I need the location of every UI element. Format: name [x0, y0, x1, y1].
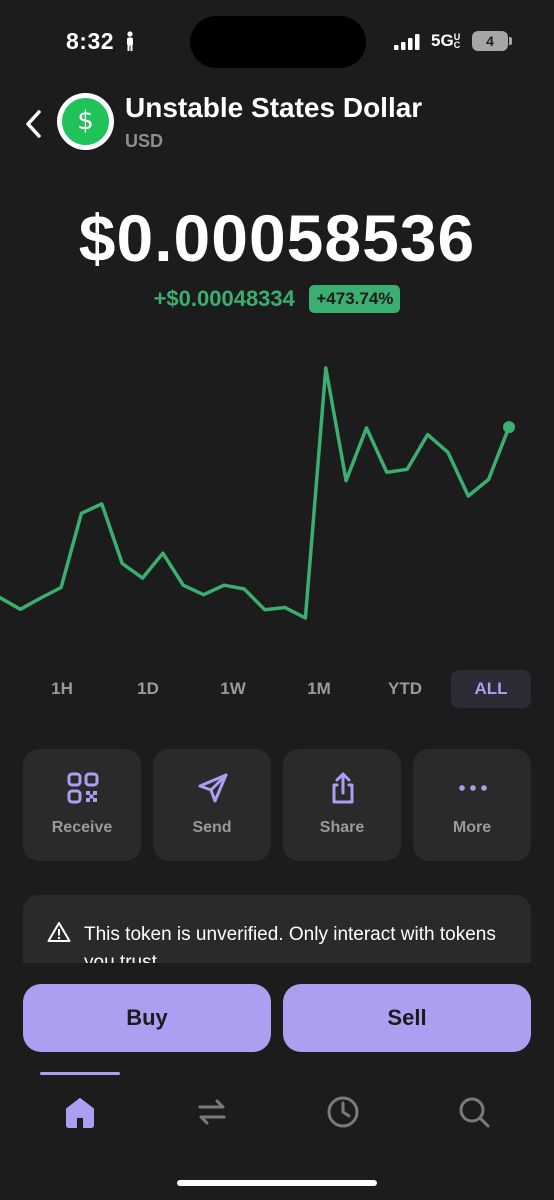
more-label: More — [452, 819, 492, 836]
token-name: Unstable States Dollar — [125, 92, 423, 123]
timeframe-1m[interactable]: 1M — [279, 670, 359, 708]
tab-swap[interactable] — [192, 1092, 232, 1132]
tab-home[interactable] — [60, 1092, 100, 1132]
token-price: $0.00058536 — [78, 201, 476, 275]
receive-label: Receive — [51, 819, 113, 836]
home-indicator — [177, 1180, 377, 1186]
send-button[interactable]: Send — [153, 749, 271, 861]
share-button[interactable]: Share — [283, 749, 401, 861]
history-icon — [327, 1096, 359, 1128]
warning-icon — [47, 922, 71, 942]
price-line — [0, 366, 511, 620]
share-icon — [332, 772, 354, 804]
share-label: Share — [319, 819, 365, 836]
status-bar: 8:32 5GUC 4 — [0, 0, 554, 80]
home-icon — [66, 1098, 94, 1128]
price-change-percent-badge: +473.74% — [309, 285, 401, 313]
timeframe-ytd[interactable]: YTD — [365, 670, 445, 708]
tab-history[interactable] — [323, 1092, 363, 1132]
tab-search[interactable] — [454, 1092, 494, 1132]
timeframe-selector: 1H 1D 1W 1M YTD ALL — [22, 670, 532, 708]
active-tab-indicator — [40, 1072, 120, 1075]
qr-code-icon — [67, 772, 99, 804]
timeframe-1h[interactable]: 1H — [22, 670, 102, 708]
unverified-token-warning: This token is unverified. Only interact … — [23, 895, 531, 963]
chevron-left-icon — [26, 110, 41, 138]
more-icon — [459, 785, 487, 791]
price-change-row: +$0.00048334 +473.74% — [0, 285, 554, 313]
token-logo: $ — [57, 93, 114, 150]
network-label: 5GUC — [431, 31, 461, 50]
more-button[interactable]: More — [413, 749, 531, 861]
warning-text: This token is unverified. Only interact … — [84, 924, 496, 963]
timeframe-all[interactable]: ALL — [451, 670, 531, 708]
timeframe-1d[interactable]: 1D — [108, 670, 188, 708]
person-icon — [127, 31, 133, 51]
battery-tip — [509, 37, 512, 45]
send-label: Send — [192, 819, 232, 836]
signal-icon — [394, 34, 420, 50]
current-price-dot — [503, 421, 515, 434]
receive-button[interactable]: Receive — [23, 749, 141, 861]
back-button[interactable] — [18, 104, 52, 144]
dynamic-island — [190, 16, 366, 68]
battery-icon: 4 — [472, 31, 508, 51]
price-change-absolute: +$0.00048334 — [153, 286, 295, 311]
search-icon — [459, 1097, 490, 1128]
price-chart[interactable] — [0, 350, 554, 640]
dollar-icon: $ — [62, 98, 109, 145]
swap-icon — [198, 1099, 226, 1125]
buy-button[interactable]: Buy — [23, 984, 271, 1052]
token-symbol: USD — [125, 131, 164, 151]
status-time: 8:32 — [66, 28, 115, 54]
sell-button[interactable]: Sell — [283, 984, 531, 1052]
send-icon — [198, 773, 228, 803]
timeframe-1w[interactable]: 1W — [193, 670, 273, 708]
